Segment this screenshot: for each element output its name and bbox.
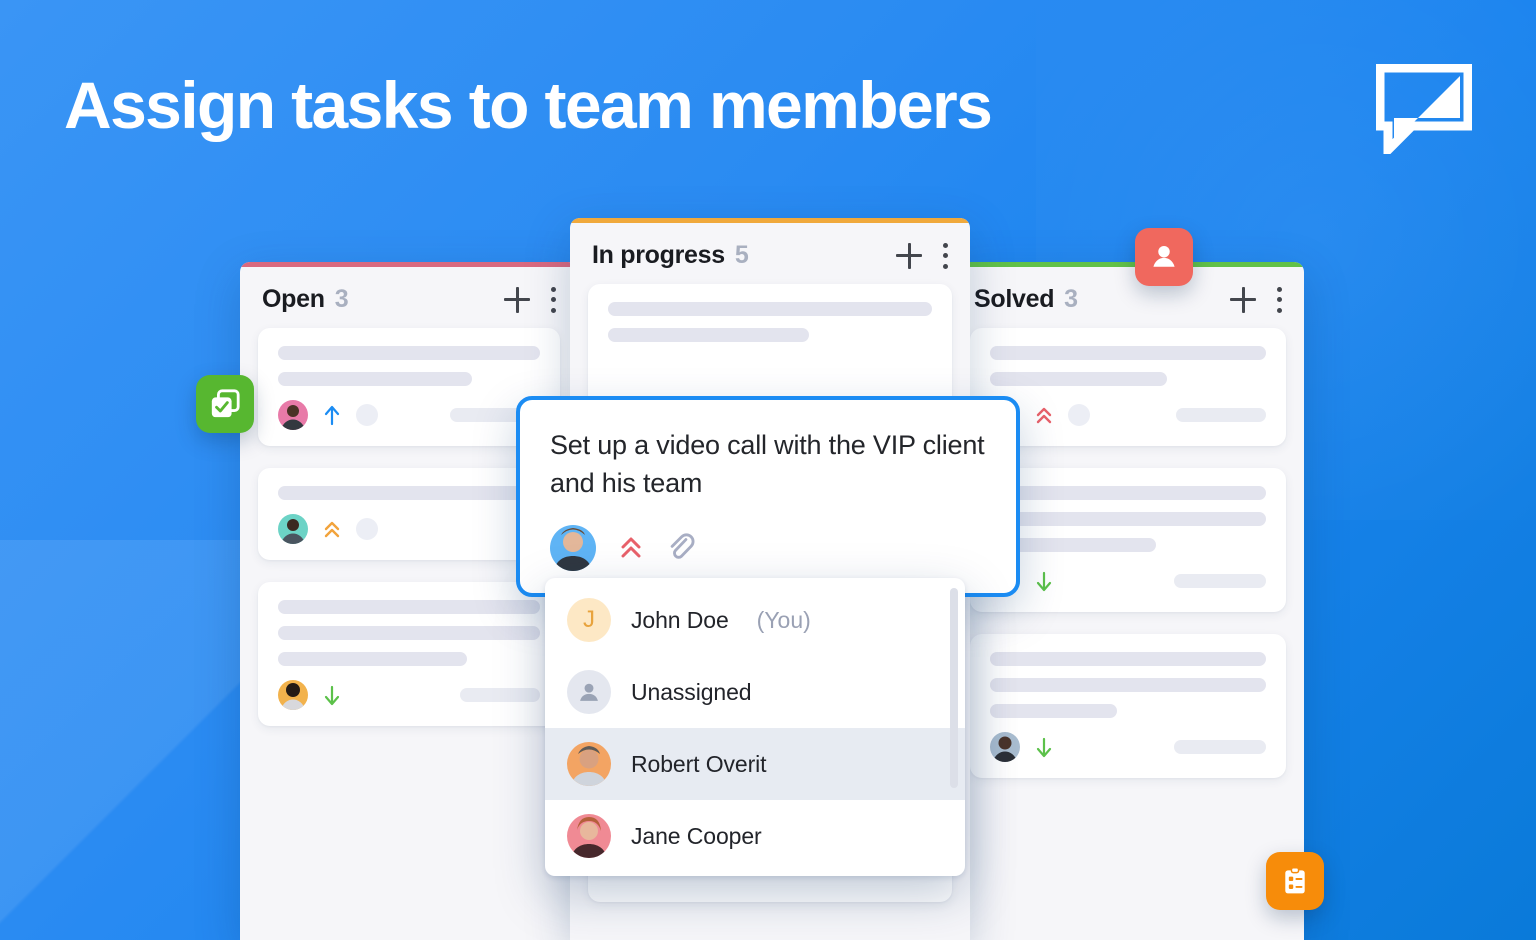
column-count-solved: 3 bbox=[1064, 285, 1079, 313]
card-skeleton-line bbox=[278, 346, 540, 360]
avatar-initial-letter: J bbox=[583, 606, 595, 633]
promo-banner: Assign tasks to team members Open 3 In p… bbox=[0, 0, 1536, 940]
column-menu-button-solved[interactable] bbox=[1276, 286, 1282, 313]
dropdown-item-unassigned[interactable]: Unassigned bbox=[545, 656, 965, 728]
card-status-dot bbox=[356, 404, 378, 426]
card-skeleton-line bbox=[990, 346, 1266, 360]
selected-task-paperclip-icon bbox=[666, 533, 696, 563]
column-title-solved: Solved bbox=[974, 285, 1055, 313]
card-skeleton-line bbox=[278, 372, 472, 386]
board-column-open: Open 3 bbox=[240, 262, 578, 940]
selected-task-assignee-avatar[interactable] bbox=[550, 524, 596, 571]
add-card-button-in-progress[interactable] bbox=[896, 242, 922, 269]
add-card-button-solved[interactable] bbox=[1230, 286, 1256, 313]
priority-chevrons-up-icon bbox=[1034, 403, 1054, 427]
card-tag-placeholder bbox=[460, 688, 540, 702]
card-skeleton-line bbox=[608, 328, 809, 342]
task-card[interactable] bbox=[258, 468, 560, 560]
task-card[interactable] bbox=[970, 634, 1286, 778]
card-skeleton-line bbox=[990, 652, 1266, 666]
dropdown-item-john-doe[interactable]: J John Doe (You) bbox=[545, 584, 965, 656]
card-status-dot bbox=[356, 518, 378, 540]
selected-task-title: Set up a video call with the VIP client … bbox=[550, 430, 985, 499]
card-skeleton-line bbox=[608, 302, 932, 316]
dropdown-item-jane-cooper[interactable]: Jane Cooper bbox=[545, 800, 965, 872]
clipboard-list-icon bbox=[1285, 867, 1305, 894]
dropdown-item-robert-overit[interactable]: Robert Overit bbox=[545, 728, 965, 800]
card-skeleton-line bbox=[990, 486, 1266, 500]
priority-chevrons-up-icon bbox=[322, 517, 342, 541]
card-skeleton-line bbox=[990, 678, 1266, 692]
task-card[interactable] bbox=[258, 582, 560, 726]
card-avatar[interactable] bbox=[278, 400, 308, 430]
priority-arrow-down-icon bbox=[1034, 569, 1054, 593]
column-count-open: 3 bbox=[334, 285, 349, 313]
card-skeleton-line bbox=[990, 372, 1167, 386]
card-skeleton-line bbox=[278, 600, 540, 614]
card-skeleton-line bbox=[278, 626, 540, 640]
card-skeleton-line bbox=[278, 652, 467, 666]
dropdown-item-label: Robert Overit bbox=[631, 750, 767, 777]
card-avatar[interactable] bbox=[278, 514, 308, 544]
priority-arrow-up-icon bbox=[322, 403, 342, 427]
dropdown-item-label: Jane Cooper bbox=[631, 822, 762, 849]
card-skeleton-line bbox=[278, 486, 540, 500]
tasks-checkbox-icon bbox=[211, 389, 240, 418]
priority-arrow-down-icon bbox=[322, 683, 342, 707]
dropdown-avatar-photo bbox=[567, 814, 611, 858]
column-header-solved: Solved 3 bbox=[952, 267, 1304, 328]
card-tag-placeholder bbox=[1174, 574, 1266, 588]
card-skeleton-line bbox=[990, 704, 1117, 718]
assignee-dropdown[interactable]: J John Doe (You) Unassigned Robert Overi… bbox=[545, 578, 965, 876]
person-icon bbox=[1153, 245, 1175, 267]
dropdown-avatar-photo bbox=[567, 742, 611, 786]
card-tag-placeholder bbox=[1176, 408, 1266, 422]
board-column-solved: Solved 3 bbox=[952, 262, 1304, 940]
column-header-in-progress: In progress 5 bbox=[570, 223, 970, 284]
floating-badge-person bbox=[1135, 228, 1193, 286]
column-title-in-progress: In progress bbox=[592, 241, 725, 269]
column-menu-button-open[interactable] bbox=[550, 286, 556, 313]
column-menu-button-in-progress[interactable] bbox=[942, 242, 948, 269]
dropdown-avatar-initial: J bbox=[567, 598, 611, 642]
floating-badge-tasks bbox=[196, 375, 254, 433]
selected-task-card[interactable]: Set up a video call with the VIP client … bbox=[516, 396, 1020, 597]
selected-task-priority-chevrons-up-icon bbox=[618, 533, 644, 563]
dropdown-item-label: Unassigned bbox=[631, 678, 752, 705]
card-avatar[interactable] bbox=[278, 680, 308, 710]
task-card[interactable] bbox=[258, 328, 560, 446]
card-avatar[interactable] bbox=[990, 732, 1020, 762]
dropdown-avatar-placeholder bbox=[567, 670, 611, 714]
add-card-button-open[interactable] bbox=[504, 286, 530, 313]
card-skeleton-line bbox=[990, 512, 1266, 526]
card-tag-placeholder bbox=[1174, 740, 1266, 754]
floating-badge-clipboard bbox=[1266, 852, 1324, 910]
dropdown-item-label: John Doe bbox=[631, 606, 729, 633]
card-status-dot bbox=[1068, 404, 1090, 426]
dropdown-item-you-suffix: (You) bbox=[756, 606, 811, 633]
column-title-open: Open bbox=[262, 285, 325, 313]
column-count-in-progress: 5 bbox=[734, 241, 749, 269]
priority-arrow-down-icon bbox=[1034, 735, 1054, 759]
person-icon bbox=[580, 683, 598, 701]
column-header-open: Open 3 bbox=[240, 267, 578, 328]
dropdown-scrollbar[interactable] bbox=[950, 588, 958, 788]
